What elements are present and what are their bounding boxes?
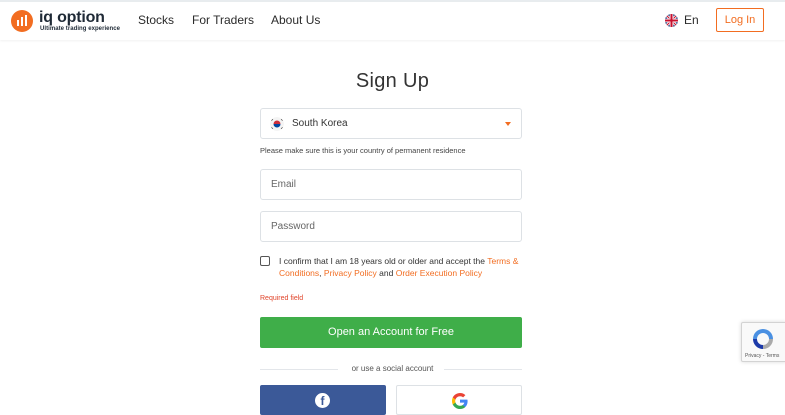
google-signup-button[interactable] — [396, 385, 522, 415]
consent-text: I confirm that I am 18 years old or olde… — [279, 255, 529, 279]
south-korea-flag-icon — [270, 117, 284, 131]
password-placeholder: Password — [271, 221, 315, 232]
social-divider-label: or use a social account — [345, 364, 440, 373]
logo-name: iq option — [39, 9, 105, 26]
recaptcha-badge[interactable]: Privacy - Terms — [741, 322, 785, 362]
email-placeholder: Email — [271, 179, 297, 190]
language-label: En — [684, 13, 699, 27]
privacy-policy-link[interactable]: Privacy Policy — [324, 268, 377, 278]
log-in-button[interactable]: Log In — [716, 8, 764, 32]
country-select[interactable]: South Korea — [260, 108, 522, 139]
recaptcha-label: Privacy - Terms — [745, 353, 780, 359]
password-field[interactable]: Password — [260, 211, 522, 242]
order-execution-policy-link[interactable]: Order Execution Policy — [396, 268, 482, 278]
chevron-down-icon — [505, 122, 511, 126]
facebook-signup-button[interactable]: f — [260, 385, 386, 415]
uk-flag-icon — [665, 14, 678, 27]
page-title: Sign Up — [355, 70, 430, 92]
consent-and: and — [376, 268, 396, 278]
logo-tagline: Ultimate trading experience — [40, 26, 121, 32]
nav-for-traders[interactable]: For Traders — [192, 13, 254, 27]
country-hint: Please make sure this is your country of… — [260, 146, 466, 155]
top-header: iq option Ultimate trading experience St… — [0, 2, 785, 40]
social-divider: or use a social account — [0, 364, 785, 373]
nav-stocks[interactable]: Stocks — [138, 13, 174, 27]
nav-about-us[interactable]: About Us — [271, 13, 320, 27]
chart-bars-icon — [17, 15, 27, 26]
consent-text-start: I confirm that I am 18 years old or olde… — [279, 256, 488, 266]
age-consent-checkbox[interactable] — [260, 256, 270, 266]
country-value: South Korea — [292, 118, 348, 129]
facebook-glyph: f — [320, 394, 325, 408]
recaptcha-icon — [753, 329, 773, 349]
google-icon — [452, 393, 468, 409]
required-field-error: Required field — [260, 295, 304, 302]
open-account-button[interactable]: Open an Account for Free — [260, 317, 522, 348]
email-field[interactable]: Email — [260, 169, 522, 200]
